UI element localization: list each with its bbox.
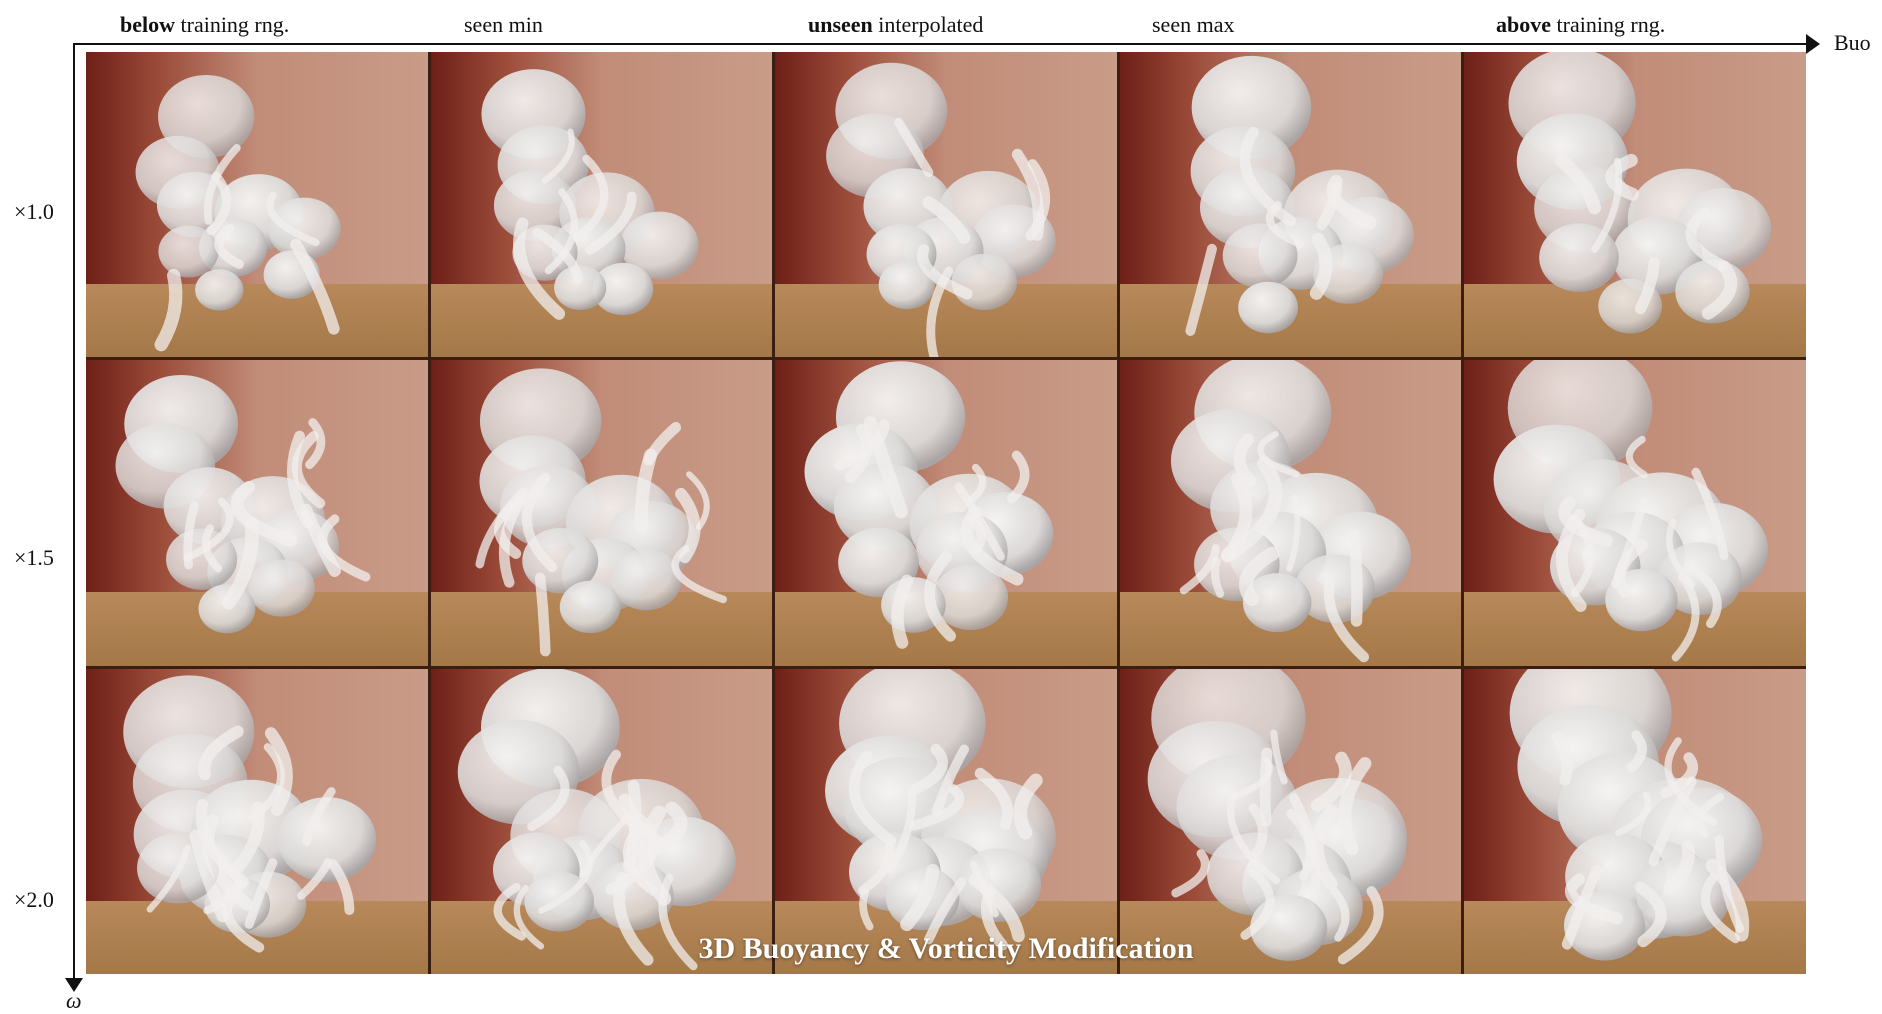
smoke-render-r1-c1 xyxy=(86,52,428,358)
buoyancy-axis-arrow xyxy=(1806,34,1820,54)
smoke-render-r1-c4 xyxy=(1119,52,1462,358)
smoke-plume-image xyxy=(1185,55,1414,336)
smoke-render-r3-c2 xyxy=(430,668,773,974)
smoke-render-r2-c1 xyxy=(86,360,428,666)
smoke-render-grid xyxy=(86,52,1806,974)
column-header-seen-min: seen min xyxy=(464,12,543,37)
vorticity-axis-line xyxy=(73,43,75,983)
smoke-render-r2-c2 xyxy=(430,360,773,666)
column-header-above: above training rng. xyxy=(1496,12,1666,37)
vorticity-axis-label: ω xyxy=(66,988,82,1013)
buoyancy-axis-line xyxy=(74,43,1814,45)
smoke-render-r2-c3 xyxy=(775,360,1117,666)
smoke-render-r3-c5 xyxy=(1464,668,1806,974)
smoke-render-r2-c4 xyxy=(1119,360,1462,666)
smoke-render-r3-c4 xyxy=(1119,668,1462,974)
smoke-render-r3-c3 xyxy=(775,668,1117,974)
smoke-plume-image xyxy=(123,674,377,953)
smoke-render-r3-c1 xyxy=(86,668,428,974)
row-label-2-0: ×2.0 xyxy=(14,887,54,912)
smoke-render-r1-c3 xyxy=(775,52,1117,358)
smoke-plume-image xyxy=(1510,668,1763,961)
buoyancy-axis-label: Buo xyxy=(1834,30,1871,55)
column-header-unseen: unseen interpolated xyxy=(808,12,984,37)
column-header-seen-max: seen max xyxy=(1152,12,1235,37)
smoke-plume-image xyxy=(825,668,1056,951)
smoke-plume-image xyxy=(826,62,1056,358)
row-label-1-5: ×1.5 xyxy=(14,545,54,570)
smoke-plume-image xyxy=(1170,360,1411,663)
smoke-plume-image xyxy=(115,375,371,634)
row-label-1-0: ×1.0 xyxy=(14,199,54,224)
smoke-render-r1-c5 xyxy=(1464,52,1806,358)
smoke-plume-image xyxy=(1493,360,1769,662)
figure-title: 3D Buoyancy & Vorticity Modification xyxy=(698,932,1194,965)
smoke-plume-image xyxy=(804,361,1054,650)
smoke-plume-image xyxy=(475,368,727,657)
smoke-plume-image xyxy=(1508,52,1772,334)
smoke-render-r2-c5 xyxy=(1464,360,1806,666)
smoke-plume-image xyxy=(135,74,341,352)
smoke-plume-image xyxy=(1147,668,1407,965)
smoke-plume-image xyxy=(457,668,736,970)
column-header-below: below training rng. xyxy=(120,12,290,37)
smoke-render-r1-c2 xyxy=(430,52,773,358)
smoke-plume-image xyxy=(481,69,699,320)
